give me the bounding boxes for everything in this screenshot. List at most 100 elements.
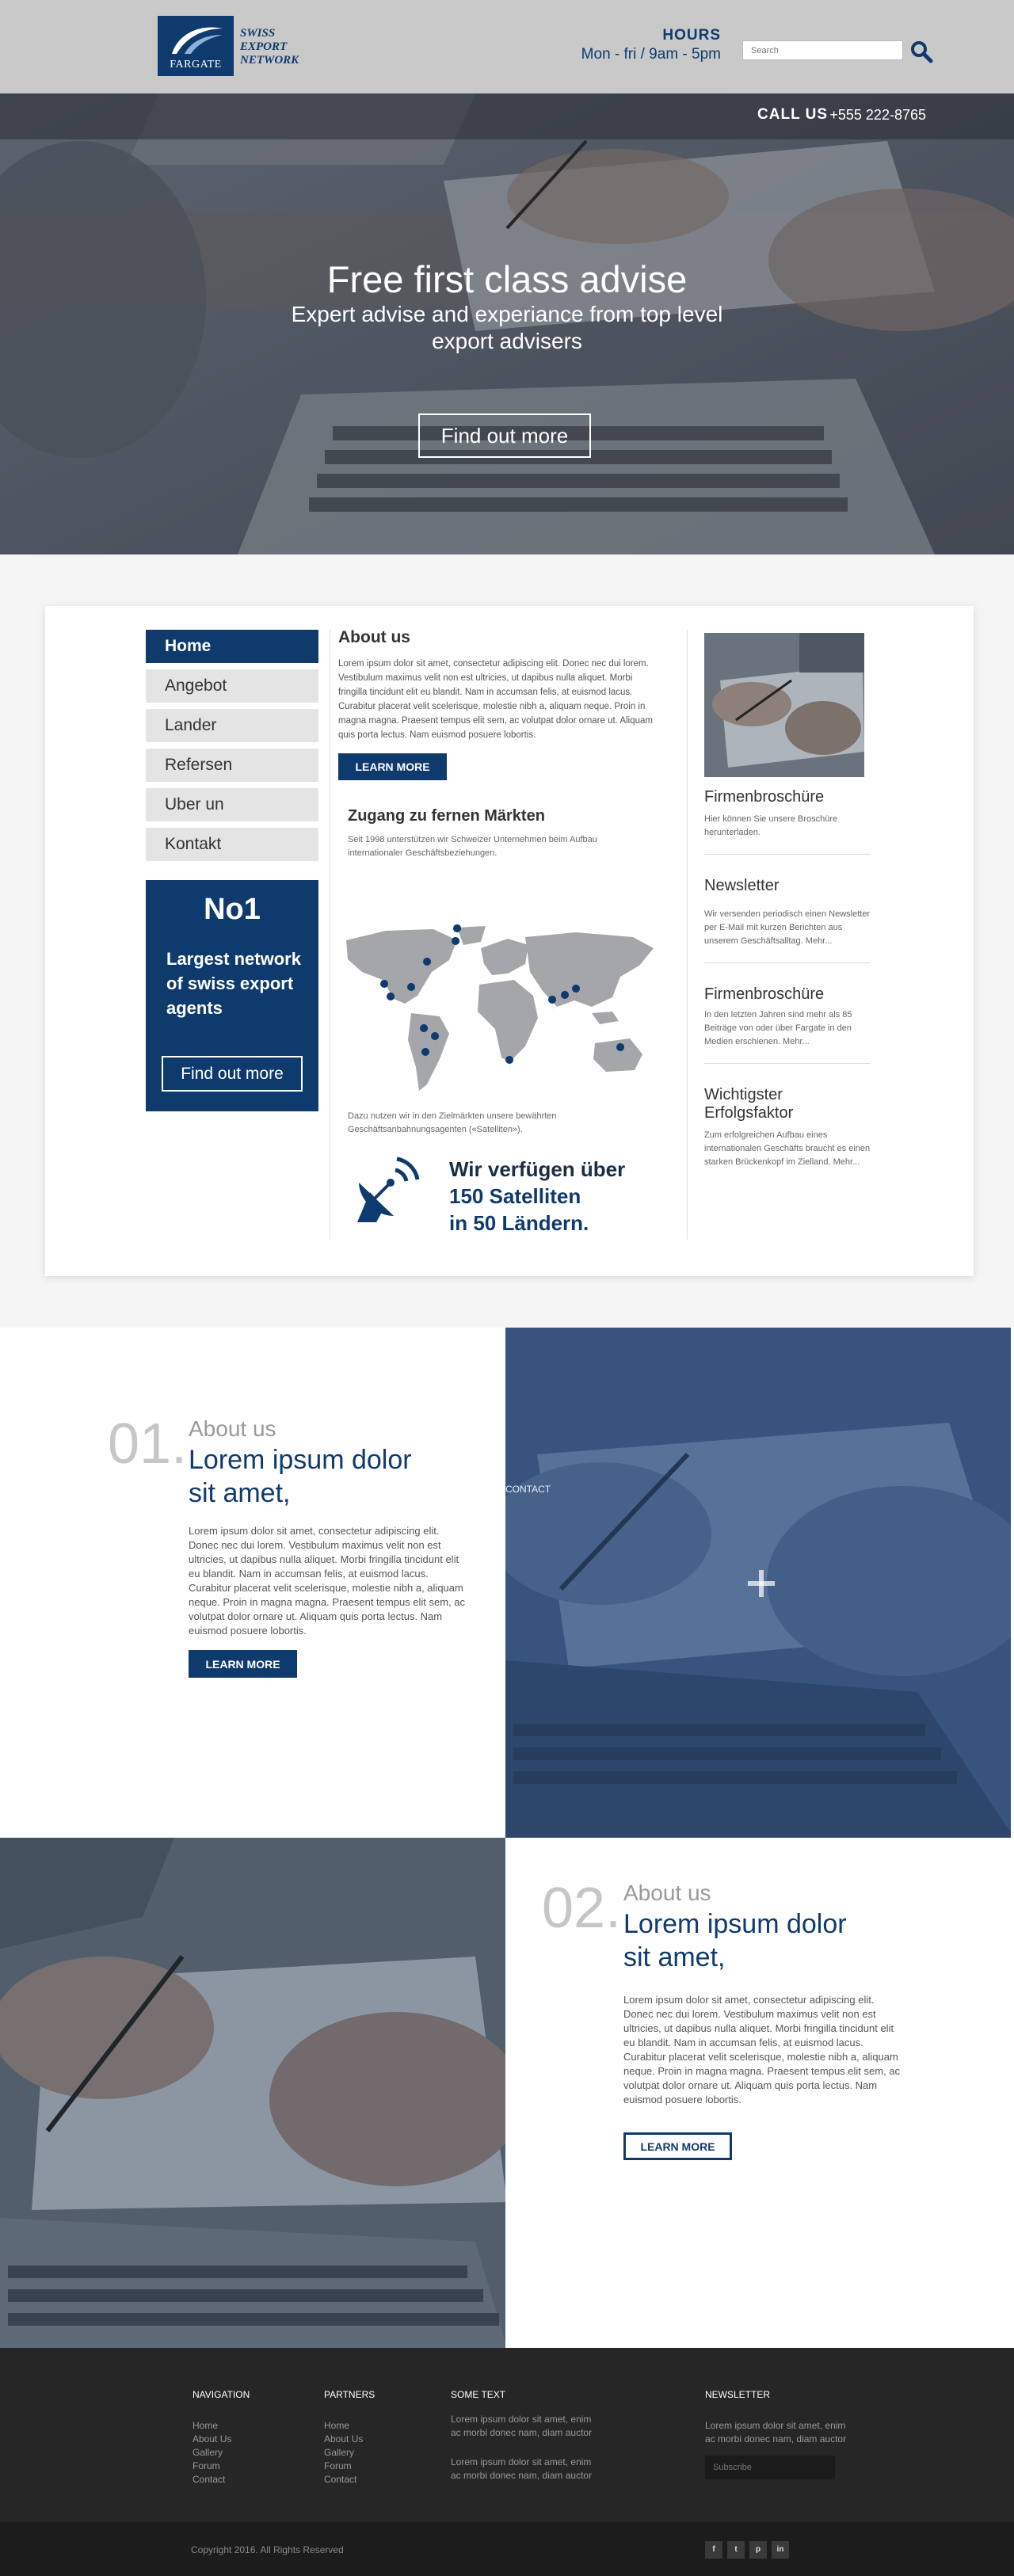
markets-heading: Zugang zu fernen Märkten (348, 807, 545, 825)
sidebar-divider (704, 962, 871, 963)
sidebar-block-title: Newsletter (704, 877, 780, 894)
sidebar-block-text[interactable]: Zum erfolgreichen Aufbau eines internati… (704, 1129, 871, 1169)
promo-box: No1 Largest network of swiss export agen… (146, 880, 318, 1111)
footer-newsletter: NEWSLETTER Lorem ipsum dolor sit amet, e… (705, 2389, 856, 2479)
newsletter-email-input[interactable] (705, 2456, 835, 2479)
content-card: Home Angebot Lander Refersen Uber un Kon… (45, 606, 974, 1276)
footer-link[interactable]: Forum (324, 2460, 375, 2473)
pinterest-icon[interactable]: p (749, 2541, 767, 2559)
search-input[interactable] (742, 40, 903, 60)
satellite-line-3: in 50 Ländern. (449, 1211, 589, 1235)
sidebar-block-text[interactable]: In den letzten Jahren sind mehr als 85 B… (704, 1008, 871, 1049)
promo-text: Largest network of swiss export agents (166, 949, 301, 1018)
sidebar-block-title: Firmenbroschüre (704, 985, 825, 1003)
footer-paragraph: Lorem ipsum dolor sit amet, enim ac morb… (451, 2456, 593, 2481)
footer-link[interactable]: About Us (324, 2433, 375, 2446)
sidebar-block-title: Wichtigster Erfolgsfaktor (704, 1086, 794, 1122)
footer-paragraph: Lorem ipsum dolor sit amet, enim ac morb… (451, 2414, 593, 2438)
satellite-dish-icon (357, 1157, 420, 1222)
site-logo[interactable]: FARGATE SWISS EXPORT NETWORK (158, 16, 308, 76)
hero-find-out-more-button[interactable]: Find out more (418, 413, 591, 458)
sidebar-divider (704, 854, 871, 855)
logo-line: SWISS (240, 27, 276, 40)
feature-number: 01. (108, 1412, 188, 1476)
feature-number: 02. (542, 1877, 622, 1940)
footer-link[interactable]: Contact (193, 2473, 250, 2486)
footer-paragraph: Lorem ipsum dolor sit amet, enim ac morb… (705, 2420, 847, 2445)
hero-subtitle: Expert advise and experiance from top le… (291, 302, 723, 353)
footer-heading: PARTNERS (324, 2389, 375, 2400)
twitter-icon[interactable]: t (727, 2541, 745, 2559)
hero-title: Free first class advise (326, 258, 688, 300)
markets-text: Seit 1998 unterstützen wir Schweizer Unt… (348, 835, 597, 858)
feature-title: Lorem ipsum dolor sit amet, (623, 1909, 847, 1972)
world-map (346, 924, 654, 1091)
brochure-photo (704, 633, 864, 777)
sidebar-block-text: Hier können Sie unsere Broschüre herunte… (704, 814, 838, 837)
copyright-text: Copyright 2016. All Rights Reserved (191, 2544, 344, 2555)
feature-image[interactable] (0, 1838, 505, 2348)
feature-learn-more-button[interactable]: LEARN MORE (623, 2132, 732, 2160)
footer-link[interactable]: Forum (193, 2460, 250, 2473)
sidebar-divider (704, 1063, 871, 1064)
footer-link[interactable]: Home (324, 2419, 375, 2433)
feature-section-02: 02. About us Lorem ipsum dolor sit amet,… (0, 1838, 1014, 2348)
feature-image[interactable] (505, 1328, 1011, 1838)
footer-link[interactable]: Gallery (193, 2446, 250, 2460)
about-learn-more-button[interactable]: LEARN MORE (338, 753, 447, 780)
plus-icon[interactable] (746, 1568, 776, 1599)
hero-banner: CALL US +555 222-8765 Free first class a… (0, 93, 1014, 554)
footer-link[interactable]: Home (193, 2419, 250, 2433)
satellite-stats: Wir verfügen über 150 Satelliten in 50 L… (449, 1156, 625, 1237)
nav-item-uber-un[interactable]: Uber un (146, 788, 318, 821)
nav-item-home[interactable]: Home (146, 630, 318, 663)
footer-partners: PARTNERS Home About Us Gallery Forum Con… (324, 2389, 375, 2486)
feature-kicker: About us (189, 1416, 276, 1441)
nav-item-refersen[interactable]: Refersen (146, 749, 318, 782)
markets-caption: Dazu nutzen wir in den Zielmärkten unser… (348, 1111, 557, 1134)
about-text: Lorem ipsum dolor sit amet, consectetur … (338, 659, 653, 740)
footer-link[interactable]: Gallery (324, 2446, 375, 2460)
call-number[interactable]: +555 222-8765 (829, 107, 926, 124)
column-divider (687, 630, 688, 1240)
feature-section-01: 01. About us Lorem ipsum dolor sit amet,… (0, 1328, 1014, 1838)
logo-box-text: FARGATE (170, 59, 222, 70)
footer-link[interactable]: Contact (324, 2473, 375, 2486)
hero-copy: Free first class advise Expert advise an… (269, 260, 745, 355)
nav-item-kontakt[interactable]: Kontakt (146, 828, 318, 861)
nav-item-angebot[interactable]: Angebot (146, 669, 318, 703)
feature-text: Lorem ipsum dolor sit amet, consectetur … (623, 1994, 901, 2105)
site-header: FARGATE SWISS EXPORT NETWORK HOURS Mon -… (0, 0, 1014, 93)
feature-learn-more-button[interactable]: LEARN MORE (189, 1650, 297, 1678)
footer-heading: NEWSLETTER (705, 2389, 771, 2400)
about-heading: About us (338, 628, 410, 646)
footer-heading: SOME TEXT (451, 2389, 506, 2400)
logo-mark: FARGATE (158, 16, 234, 76)
satellite-line-2: 150 Satelliten (449, 1184, 581, 1208)
brochure-image (704, 633, 864, 777)
main-column: About us Lorem ipsum dolor sit amet, con… (338, 628, 663, 1235)
right-sidebar: Firmenbroschüre Hier können Sie unsere B… (704, 633, 871, 1169)
promo-find-out-more-button[interactable]: Find out more (162, 1056, 303, 1092)
site-footer: NAVIGATION Home About Us Gallery Forum C… (0, 2348, 1014, 2522)
logo-line: EXPORT (240, 40, 288, 53)
hours-time: Mon - fri / 9am - 5pm (581, 46, 721, 63)
footer-bottom-bar: Copyright 2016. All Rights Reserved f t … (0, 2522, 1014, 2576)
faint-contact-link[interactable]: CONTACT (505, 1484, 551, 1495)
footer-navigation: NAVIGATION Home About Us Gallery Forum C… (193, 2389, 250, 2486)
promo-number: No1 (204, 893, 261, 926)
feature-text: Lorem ipsum dolor sit amet, consectetur … (189, 1525, 466, 1637)
feature-photo (0, 1838, 505, 2348)
call-label: CALL US (757, 106, 828, 123)
satellite-line-1: Wir verfügen über (449, 1157, 626, 1181)
sidebar-block-text[interactable]: Wir versenden periodisch einen Newslette… (704, 908, 871, 948)
search-icon[interactable] (909, 40, 933, 63)
facebook-icon[interactable]: f (705, 2541, 722, 2559)
footer-link[interactable]: About Us (193, 2433, 250, 2446)
linkedin-icon[interactable]: in (772, 2541, 789, 2559)
logo-wordmark: SWISS EXPORT NETWORK (240, 27, 299, 67)
footer-heading: NAVIGATION (193, 2389, 250, 2400)
sidebar-block-title: Firmenbroschüre (704, 788, 825, 806)
call-bar: CALL US +555 222-8765 (0, 93, 1014, 139)
nav-item-lander[interactable]: Lander (146, 709, 318, 742)
